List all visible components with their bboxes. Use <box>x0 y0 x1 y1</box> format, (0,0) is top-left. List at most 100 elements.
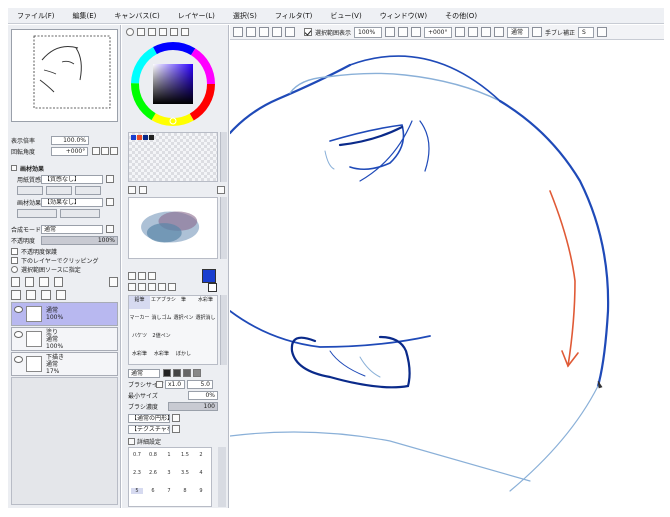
blend-mode-select[interactable]: 通常 <box>41 224 103 234</box>
layer-square-button[interactable] <box>108 277 119 287</box>
zoom-select[interactable]: 100% <box>354 26 383 38</box>
effect-select[interactable]: 【効果なし】 <box>41 197 103 207</box>
tool-watercolor[interactable]: 水彩筆 <box>195 296 216 309</box>
paper-texture-toggle[interactable] <box>11 165 17 171</box>
advanced-settings-toggle[interactable] <box>128 437 135 445</box>
zoom-out-button[interactable] <box>385 27 396 37</box>
texture-brightness-field[interactable] <box>75 185 101 195</box>
color-mixer-tab[interactable] <box>159 28 167 36</box>
protect-opacity-checkbox[interactable] <box>11 247 18 255</box>
brush-edge-medium-button[interactable] <box>173 369 181 377</box>
lasso-tool-icon[interactable] <box>138 272 146 280</box>
opacity-slider[interactable]: 100% <box>41 235 118 245</box>
brush-texture-select[interactable]: 【テクスチャなし】 <box>128 424 170 434</box>
clipping-checkbox[interactable] <box>11 256 18 264</box>
new-linework-layer-button[interactable] <box>25 277 35 287</box>
brush-size-preset[interactable]: 2.3 <box>131 470 143 476</box>
navigator-rotate-right-button[interactable] <box>110 147 119 155</box>
rotate-left-button[interactable] <box>455 27 466 37</box>
navigator-preview[interactable] <box>11 29 118 122</box>
texture-strength-field[interactable] <box>46 185 72 195</box>
tool-pencil[interactable]: 鉛筆 <box>129 296 150 309</box>
visibility-eye-icon[interactable] <box>14 356 23 363</box>
menu-edit[interactable]: 編集(E) <box>64 11 106 21</box>
brush-edge-softer-button[interactable] <box>193 369 201 377</box>
texture-select[interactable]: 【質感なし】 <box>41 174 103 184</box>
eyedropper-tool-icon[interactable] <box>168 283 176 291</box>
menu-canvas[interactable]: キャンバス(C) <box>105 11 168 21</box>
stabilizer-dropdown-button[interactable] <box>597 27 608 37</box>
visibility-eye-icon[interactable] <box>14 331 23 338</box>
invert-selection-button[interactable] <box>246 27 256 37</box>
tool-watercolor-3[interactable]: 水彩筆 <box>151 350 172 363</box>
color-wheel-tab[interactable] <box>126 28 134 36</box>
swatches-tab[interactable] <box>170 28 178 36</box>
brush-size-value[interactable]: 5.0 <box>187 379 213 389</box>
brush-size-preset[interactable]: 3 <box>163 470 175 476</box>
mode-select[interactable]: 通常 <box>507 26 530 38</box>
menu-layer[interactable]: レイヤー(L) <box>169 11 224 21</box>
fill-button[interactable] <box>285 27 295 37</box>
swatch-palette[interactable] <box>128 132 218 182</box>
tool-select-pen[interactable]: 選択ペン <box>173 314 194 327</box>
swatch[interactable] <box>131 135 136 140</box>
hand-tool-icon[interactable] <box>148 283 156 291</box>
new-layer-button[interactable] <box>11 277 21 287</box>
layer-row[interactable]: 通常 100% <box>11 302 118 326</box>
brush-edge-hard-button[interactable] <box>163 369 171 377</box>
brush-size-preset[interactable]: 8 <box>179 488 191 494</box>
texture-scale-field[interactable] <box>17 185 43 195</box>
navigator-rotate-left-button[interactable] <box>101 147 110 155</box>
blend-mode-dropdown-button[interactable] <box>106 225 114 233</box>
rgb-slider-tab[interactable] <box>137 28 145 36</box>
primary-color-swatch[interactable] <box>202 269 216 283</box>
mode-dropdown-button[interactable] <box>532 27 543 37</box>
tool-brush[interactable]: 筆 <box>173 296 194 309</box>
menu-view[interactable]: ビュー(V) <box>321 11 370 21</box>
navigator-zoom-field[interactable]: 100.0% <box>51 135 89 145</box>
tool-marker[interactable]: マーカー <box>129 314 150 327</box>
menu-window[interactable]: ウィンドウ(W) <box>371 11 436 21</box>
brush-size-preset[interactable]: 9 <box>195 488 207 494</box>
brush-size-preset[interactable]: 6 <box>147 488 159 494</box>
menu-other[interactable]: その他(O) <box>436 11 486 21</box>
scratchpad-clear-button[interactable] <box>128 186 136 194</box>
min-size-slider[interactable]: 0% <box>188 390 218 400</box>
selection-display-checkbox[interactable] <box>304 28 312 36</box>
deselect-button[interactable] <box>233 27 243 37</box>
brush-shape-dropdown-button[interactable] <box>172 414 180 422</box>
angle-select[interactable]: +000° <box>424 26 453 38</box>
zoom-tool-icon[interactable] <box>138 283 146 291</box>
merge-down-button[interactable] <box>26 290 36 300</box>
layer-row[interactable]: 塗り 通常 100% <box>11 327 118 351</box>
brush-size-preset[interactable]: 1 <box>163 452 175 458</box>
tool-blur[interactable]: ぼかし <box>173 350 194 363</box>
brush-size-preset[interactable]: 7 <box>163 488 175 494</box>
navigator-rotate-field[interactable]: +000° <box>50 146 89 156</box>
drawing-canvas[interactable] <box>230 41 664 508</box>
brush-shape-select[interactable]: 【通常の円形】 <box>128 413 170 423</box>
flip-button[interactable] <box>494 27 505 37</box>
effect-strength-field[interactable] <box>60 208 100 218</box>
magic-wand-tool-icon[interactable] <box>148 272 156 280</box>
tool-airbrush[interactable]: エアブラシ <box>151 296 176 309</box>
new-linework-layer-alt-button[interactable] <box>53 277 63 287</box>
tool-grid-scrollbar[interactable] <box>220 295 227 365</box>
tool-binary-pen[interactable]: 2値ペン <box>151 332 172 345</box>
texture-dropdown-button[interactable] <box>106 175 114 183</box>
tool-watercolor-2[interactable]: 水彩筆 <box>129 350 150 363</box>
scratchpad-scrollbar[interactable] <box>220 197 227 259</box>
rotate-right-button[interactable] <box>468 27 479 37</box>
brush-size-preset[interactable]: 0.8 <box>147 452 159 458</box>
clear-button[interactable] <box>272 27 282 37</box>
swatch[interactable] <box>143 135 148 140</box>
selection-source-checkbox[interactable] <box>11 265 18 273</box>
tool-eraser[interactable]: 消しゴム <box>151 314 172 327</box>
transfer-down-button[interactable] <box>11 290 21 300</box>
brush-mode-select[interactable]: 通常 <box>128 368 160 378</box>
navigator-flip-button[interactable] <box>92 147 101 155</box>
stabilizer-select[interactable]: S <box>578 26 595 38</box>
brush-density-slider[interactable]: 100 <box>168 401 218 411</box>
clear-layer-button[interactable] <box>41 290 51 300</box>
secondary-color-swatch[interactable] <box>208 283 217 292</box>
